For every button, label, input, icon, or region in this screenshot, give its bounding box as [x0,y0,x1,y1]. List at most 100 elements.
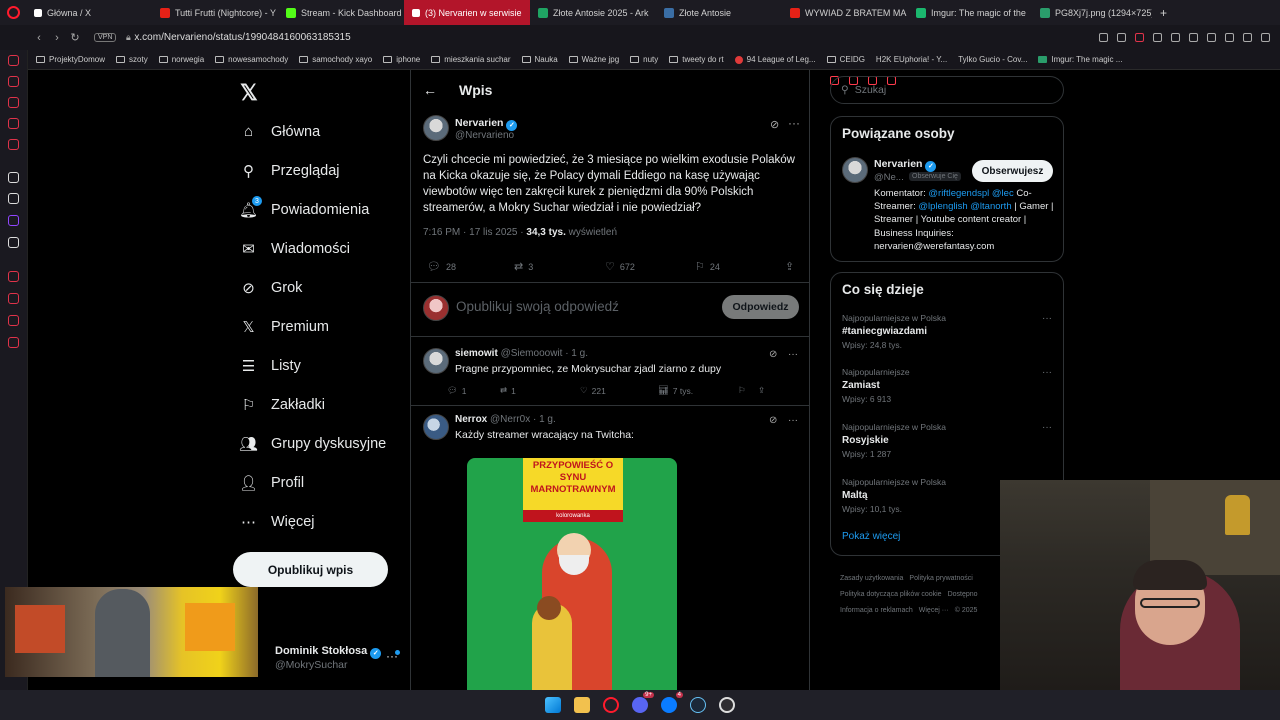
tab-zlote-antosie-ark[interactable]: Złote Antosie 2025 - Ark [530,0,656,25]
twitch-icon[interactable] [8,215,19,226]
sidebar-item-premium[interactable]: 𝕏 Premium [240,307,386,346]
avatar[interactable] [423,115,449,141]
repost-action[interactable]: ⇄ 1 [500,385,516,396]
bookmark-item[interactable]: H2K EUphoria! - Y... [12,55,947,64]
reply-tweet[interactable]: Nerrox @Nerr0x · 1 g. ⊘ ··· Każdy stream… [423,414,803,690]
related-name[interactable]: Nervarien ✓ [874,158,937,172]
tab-nervarien-active[interactable]: (3) Nervarien w serwisie [404,0,530,25]
bookmark-item[interactable]: Nauka [521,55,558,64]
author-name[interactable]: Nervarien ✓ [455,117,518,131]
play-icon[interactable] [1153,33,1162,42]
clock-icon[interactable] [8,293,19,304]
messages-icon[interactable] [8,118,19,129]
tab-wywiad[interactable]: WYWIAD Z BRATEM MA [782,0,908,25]
following-button[interactable]: Obserwujesz [972,160,1053,182]
sidebar-item-przegladaj[interactable]: ⚲ Przeglądaj [240,151,386,190]
more-icon[interactable]: ··· [1042,422,1052,433]
bio-link[interactable]: @ltanorth [970,201,1011,212]
bookmark-action[interactable]: ⚐ 24 [695,260,720,273]
sidebar-item-profil[interactable]: 👤︎ Profil [239,463,386,502]
sidebar-item-powiadomienia[interactable]: 🔔︎ 3 Powiadomienia [239,190,386,229]
views-action[interactable]: 📊︎ 7 tys. [658,385,693,396]
more-icon[interactable]: ··· [1042,313,1052,324]
show-more-link[interactable]: Pokaż więcej [842,531,900,542]
footer-link[interactable]: Dostępno [948,591,978,598]
bookmark-item[interactable]: mieszkania suchar [431,55,511,64]
sidebar-item-zakladki[interactable]: ⚐ Zakładki [240,385,386,424]
grok-icon[interactable]: ⊘ [770,118,779,131]
avatar[interactable] [423,414,449,440]
repost-action[interactable]: ⇄ 3 [514,260,533,273]
tab-imgur[interactable]: Imgur: The magic of the [908,0,1032,25]
windows-start-icon[interactable] [545,697,561,713]
download-icon[interactable] [1225,33,1234,42]
messenger-icon[interactable]: 4 [661,692,683,713]
obs-icon[interactable] [719,697,735,713]
footer-link[interactable]: Polityka prywatności [909,575,972,582]
pinned-app-icon[interactable] [8,172,19,183]
favorite-heart-icon[interactable] [1171,33,1180,42]
bio-link[interactable]: @lec [992,188,1014,199]
bookmark-item[interactable]: CEIDG [826,55,865,64]
extensions-sidebar-icon[interactable] [8,315,19,326]
url-field[interactable]: x.com/Nervarieno/status/1990484160063185… [134,32,350,43]
avatar[interactable] [842,157,868,183]
new-tab-button[interactable]: + [1152,0,1172,25]
tab-png-image[interactable]: PG8Xj7j.png (1294×725) [1032,0,1152,25]
tab-kick-dashboard[interactable]: Stream - Kick Dashboard [278,0,404,25]
extensions-icon[interactable] [1189,33,1198,42]
tab-youtube-tutti[interactable]: Tutti Frutti (Nightcore) - Y [152,0,278,25]
sidebar-item-grok[interactable]: ⊘ Grok [240,268,386,307]
bookmark-item[interactable]: samochody xayo [299,55,372,64]
like-action[interactable]: ♡ 672 [605,260,635,273]
sidebar-item-listy[interactable]: ☰ Listy [240,346,386,385]
trend-item[interactable]: Najpopularniejsze w Polska #taniecgwiazd… [842,313,1052,350]
vpn-badge[interactable]: VPN [94,33,117,42]
tweet-author-name[interactable]: siemowit [455,348,498,359]
forward-icon[interactable]: › [48,32,66,44]
bookmark-item[interactable]: Ważne jpg [568,55,619,64]
trend-item[interactable]: Najpopularniejsze Zamiast Wpisy: 6 913 ·… [842,367,1052,404]
tweet-image[interactable]: PRZYPOWIEŚĆ O SYNU MARNOTRAWNYM kolorowa… [467,458,677,690]
account-switcher[interactable]: Dominik Stokłosa ✓ @MokrySuchar ··· [255,641,405,677]
footer-link[interactable]: Zasady użytkowania [840,575,903,582]
aria-icon[interactable] [8,97,19,108]
reply-action[interactable]: 💬︎ 28 [427,260,456,273]
bookmark-item[interactable]: nuty [630,55,658,64]
opera-logo-icon[interactable] [0,0,26,25]
reply-button[interactable]: Odpowiedz [722,295,799,319]
sidebar-item-grupy[interactable]: 👥︎ Grupy dyskusyjne [239,424,386,463]
steam-icon[interactable] [690,697,706,713]
grok-icon[interactable]: ⊘ [769,349,777,360]
share-action[interactable]: ⇪ [785,260,794,273]
x-app-icon[interactable] [8,237,19,248]
bookmark-item[interactable]: ProjektyDomow [36,55,105,64]
player-icon[interactable] [8,271,19,282]
footer-link[interactable]: Informacja o reklamach [840,607,913,614]
share-icon[interactable] [1207,33,1216,42]
bookmark-item[interactable]: nowesamochody [215,55,288,64]
bookmark-item[interactable]: Tylko Gucio - Cov... [12,55,1027,64]
back-arrow-icon[interactable]: ← [411,82,449,98]
like-action[interactable]: ♡ 221 [580,385,606,396]
sidebar-item-glowna[interactable]: ⌂ Główna [240,112,386,151]
settings-icon[interactable] [8,337,19,348]
chatgpt-icon[interactable] [8,193,19,204]
tweet-author-name[interactable]: Nerrox [455,414,487,425]
menu-icon[interactable] [1261,33,1270,42]
sidebar-item-wiecej[interactable]: ⋯ Więcej [240,502,386,541]
reply-tweet[interactable]: siemowit @Siemooowit · 1 g. ⊘ ··· Pragne… [423,348,803,400]
tab-zlote-antosie[interactable]: Złote Antosie [656,0,782,25]
discord-icon[interactable]: 9+ [632,692,654,713]
search-input[interactable]: ⚲ Szukaj [830,76,1064,104]
sidebar-item-wiadomosci[interactable]: ✉ Wiadomości [240,229,386,268]
heart-shield-icon[interactable] [1135,33,1144,42]
bookmark-item[interactable]: iphone [383,55,420,64]
pin-icon[interactable] [1099,33,1108,42]
bookmark-item[interactable]: Imgur: The magic ... [1038,55,1122,64]
avatar[interactable] [423,348,449,374]
workspaces-icon[interactable] [8,55,19,66]
history-icon[interactable] [8,76,19,87]
music-icon[interactable] [8,139,19,150]
back-icon[interactable]: ‹ [30,32,48,44]
